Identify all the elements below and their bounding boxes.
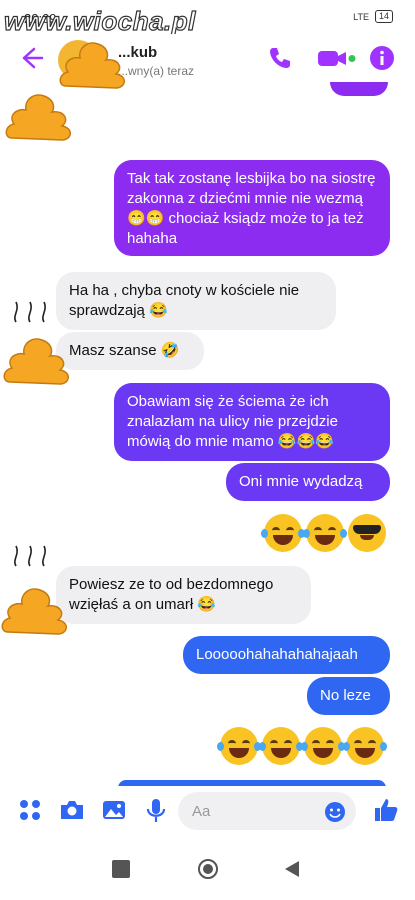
- watermark: www.wiocha.pl: [3, 5, 196, 36]
- message-in: Masz szanse 🤣: [56, 332, 204, 370]
- message-out: Tak tak zostanę lesbijka bo na siostrę z…: [114, 160, 390, 256]
- rofl-emoji-icon: [301, 727, 345, 765]
- rofl-emoji-icon: [259, 727, 303, 765]
- back-arrow-icon[interactable]: [16, 44, 44, 72]
- sunglasses-emoji-icon: [348, 514, 386, 552]
- poop-sticker-icon: [5, 94, 71, 141]
- back-button[interactable]: [282, 859, 302, 879]
- rofl-emoji-icon: [217, 727, 261, 765]
- battery-icon: 14: [374, 10, 393, 23]
- thumbs-up-icon[interactable]: [372, 796, 400, 824]
- status-icons: LTE 14: [353, 10, 393, 23]
- poop-sticker-icon: [3, 338, 69, 385]
- rofl-emoji-icon: [303, 514, 347, 552]
- gallery-icon[interactable]: [100, 796, 128, 824]
- message-out: Obawiam się że ściema że ich znalazłam n…: [114, 383, 390, 461]
- message-out: Oni mnie wydadzą: [226, 463, 390, 501]
- emoji-picker-icon[interactable]: [324, 801, 346, 823]
- message-in: Ha ha , chyba cnoty w kościele nie spraw…: [56, 272, 336, 330]
- microphone-icon[interactable]: [142, 796, 170, 824]
- message-in: Powiesz ze to od bezdomnego wzięłaś a on…: [56, 566, 311, 624]
- apps-menu-icon[interactable]: [16, 796, 44, 824]
- stink-lines-icon: [14, 301, 46, 323]
- home-button[interactable]: [198, 859, 218, 879]
- signal-label: LTE: [353, 11, 369, 22]
- message-composer: Aa: [0, 786, 415, 836]
- camera-icon[interactable]: [58, 796, 86, 824]
- message-out-partial: [330, 82, 388, 96]
- message-input[interactable]: Aa: [178, 792, 356, 830]
- message-input-placeholder: Aa: [192, 802, 211, 820]
- phone-icon[interactable]: [266, 44, 294, 72]
- message-out: Looooohahahahahajaah: [183, 636, 390, 674]
- rofl-emoji-icon: [261, 514, 305, 552]
- system-nav-bar: [0, 840, 415, 900]
- info-icon[interactable]: [368, 44, 396, 72]
- video-call-icon[interactable]: [316, 44, 356, 72]
- poop-sticker-icon: [59, 42, 125, 89]
- stink-lines-icon: [14, 545, 46, 567]
- poop-sticker-icon: [1, 588, 67, 635]
- emoji-message-row: [217, 727, 387, 765]
- emoji-message-row: [261, 514, 386, 552]
- recents-button[interactable]: [112, 860, 130, 878]
- active-status: ...wny(a) teraz: [118, 64, 195, 78]
- rofl-emoji-icon: [343, 727, 387, 765]
- message-out: No leze: [307, 677, 390, 715]
